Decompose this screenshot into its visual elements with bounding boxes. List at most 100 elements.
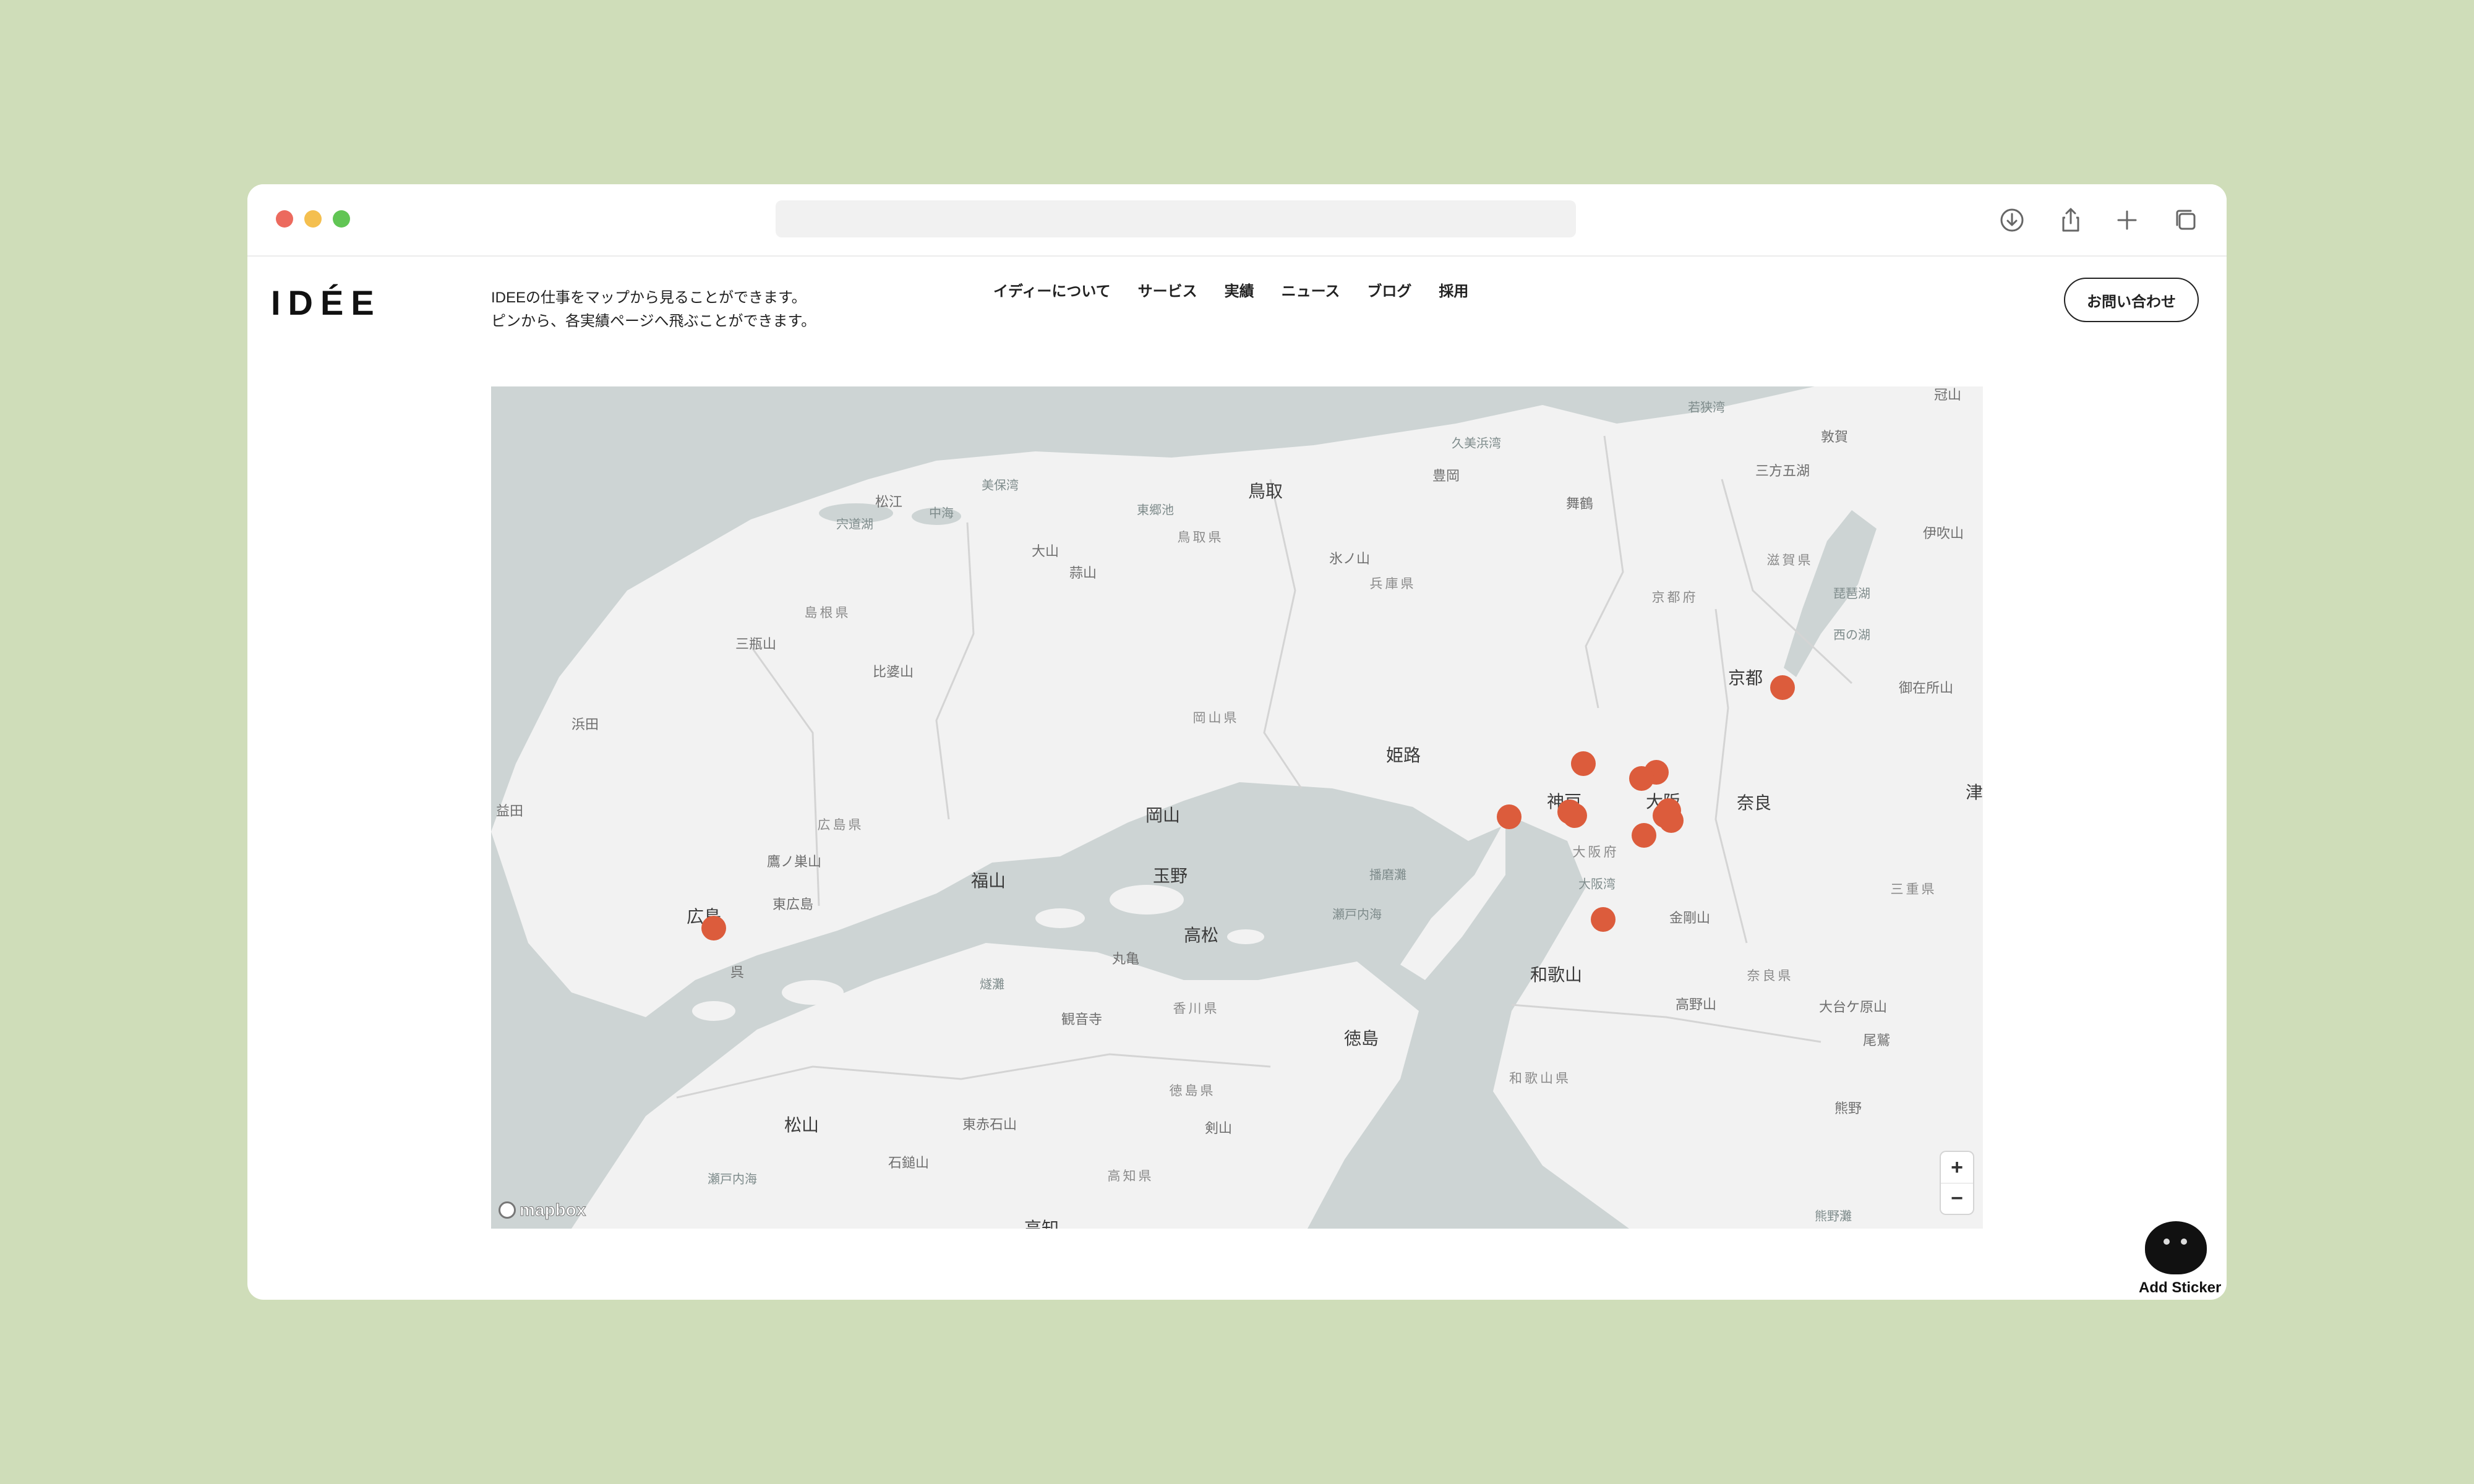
contact-button[interactable]: お問い合わせ: [2064, 278, 2199, 322]
map-label: 東郷池: [1137, 503, 1174, 518]
map-label: 京都: [1727, 668, 1763, 688]
map-label: 比婆山: [872, 664, 914, 680]
map-label: 兵庫県: [1369, 577, 1416, 591]
map-label: 香川県: [1173, 1002, 1220, 1016]
map-label: 玉野: [1152, 866, 1188, 885]
map-pin[interactable]: [1629, 766, 1654, 791]
map-label: 和歌山: [1530, 965, 1583, 984]
map-label: 若狭湾: [1688, 401, 1725, 415]
map-label: 尾鷲: [1862, 1033, 1891, 1048]
map-label: 丸亀: [1111, 951, 1140, 966]
map-pin[interactable]: [1571, 751, 1596, 776]
map-label: 瀬戸内海: [1332, 908, 1382, 922]
map-label: 三重県: [1890, 882, 1937, 897]
map-label: 大山: [1031, 544, 1059, 559]
map-label: 東広島: [772, 897, 814, 912]
map-label: 津: [1965, 783, 1983, 802]
mapbox-attribution[interactable]: mapbox: [499, 1200, 586, 1220]
map-label: 観音寺: [1061, 1012, 1103, 1027]
map-label: 剣山: [1204, 1120, 1233, 1136]
map-label: 鳥取県: [1177, 531, 1224, 545]
new-tab-icon[interactable]: [2112, 205, 2142, 235]
nav-blog[interactable]: ブログ: [1367, 279, 1411, 301]
map-label: 奈良県: [1747, 969, 1794, 983]
minimize-window-button[interactable]: [304, 210, 322, 228]
address-bar[interactable]: [776, 200, 1576, 237]
map-label: 奈良: [1736, 793, 1772, 812]
map-label: 熊野灘: [1815, 1209, 1852, 1224]
map-label: 高知: [1024, 1219, 1059, 1229]
close-window-button[interactable]: [276, 210, 293, 228]
map-label: 大阪府: [1572, 845, 1619, 859]
map-label: 金剛山: [1669, 910, 1711, 926]
map-label: 大阪湾: [1578, 877, 1616, 892]
map-label: 京都府: [1651, 591, 1698, 605]
map-label: 大台ケ原山: [1818, 999, 1888, 1015]
share-icon[interactable]: [2056, 205, 2086, 235]
intro-line-2: ピンから、各実績ページへ飛ぶことができます。: [491, 313, 816, 330]
main-nav: イディーについて サービス 実績 ニュース ブログ 採用: [993, 279, 1468, 301]
add-sticker-label: Add Sticker: [2139, 1279, 2222, 1296]
map-label: 伊吹山: [1922, 526, 1964, 541]
map-label: 高知県: [1107, 1169, 1154, 1183]
map-label: 燧灘: [980, 978, 1004, 992]
map-label: 岡山: [1145, 806, 1181, 825]
map-pin[interactable]: [1591, 907, 1616, 932]
map-label: 和歌山県: [1509, 1072, 1571, 1086]
map-label: 御在所山: [1898, 680, 1954, 696]
zoom-control: + −: [1941, 1152, 1973, 1214]
map-pin[interactable]: [1497, 804, 1522, 829]
map-label: 徳島: [1343, 1029, 1379, 1048]
nav-about[interactable]: イディーについて: [993, 279, 1111, 301]
works-map[interactable]: 若狭湾 冠山 敦賀 久美浜湾 三方五湖 伊吹山 豊岡 舞鶴 美保湾 鳥取 松江 …: [491, 386, 1983, 1229]
sticker-character-icon: [2145, 1221, 2207, 1274]
map-label: 松山: [784, 1115, 820, 1135]
nav-services[interactable]: サービス: [1138, 279, 1197, 301]
intro-line-1: IDEEの仕事をマップから見ることができます。: [491, 289, 807, 306]
zoom-in-button[interactable]: +: [1941, 1152, 1973, 1183]
tabs-overview-icon[interactable]: [2171, 205, 2201, 235]
map-label: 石鎚山: [888, 1155, 930, 1171]
map-label: 舞鶴: [1565, 496, 1594, 511]
map-label: 豊岡: [1432, 468, 1460, 484]
map-label: 鷹ノ巣山: [766, 854, 822, 869]
map-label: 熊野: [1834, 1101, 1862, 1116]
map-label: 三瓶山: [735, 636, 777, 652]
add-sticker-button[interactable]: Add Sticker: [2139, 1221, 2222, 1297]
map-pin[interactable]: [1659, 808, 1684, 833]
map-pin[interactable]: [1770, 675, 1795, 700]
map-label: 美保湾: [982, 479, 1019, 493]
map-label: 中海: [929, 506, 954, 521]
map-label: 播磨灘: [1369, 868, 1406, 882]
map-label: 徳島県: [1169, 1084, 1216, 1098]
map-label: 敦賀: [1820, 429, 1849, 445]
map-label: 浜田: [571, 717, 599, 732]
nav-news[interactable]: ニュース: [1282, 279, 1340, 301]
map-label: 滋賀県: [1766, 553, 1813, 568]
page-content: IDÉE IDEEの仕事をマップから見ることができます。 ピンから、各実績ページ…: [247, 257, 2227, 1300]
nav-works[interactable]: 実績: [1225, 279, 1254, 301]
map-pin[interactable]: [701, 916, 726, 940]
map-label: 蒜山: [1069, 565, 1097, 581]
map-label: 広島県: [817, 818, 864, 832]
map-pin[interactable]: [1632, 823, 1656, 848]
browser-window: IDÉE IDEEの仕事をマップから見ることができます。 ピンから、各実績ページ…: [247, 184, 2227, 1300]
download-icon[interactable]: [1997, 205, 2027, 235]
map-label: 久美浜湾: [1452, 437, 1501, 451]
browser-toolbar: [247, 184, 2227, 257]
map-label: 瀬戸内海: [708, 1172, 757, 1187]
zoom-out-button[interactable]: −: [1941, 1183, 1973, 1214]
map-label: 東赤石山: [962, 1117, 1017, 1132]
maximize-window-button[interactable]: [333, 210, 350, 228]
map-pin[interactable]: [1562, 803, 1587, 828]
intro-text: IDEEの仕事をマップから見ることができます。 ピンから、各実績ページへ飛ぶこと…: [491, 286, 924, 333]
map-label: 宍道湖: [836, 518, 873, 532]
map-label: 鳥取: [1248, 482, 1283, 501]
site-logo[interactable]: IDÉE: [271, 283, 382, 323]
map-label: 琵琶湖: [1833, 587, 1870, 601]
mapbox-logo-text: mapbox: [519, 1200, 586, 1220]
map-label: 三方五湖: [1755, 463, 1810, 479]
nav-recruit[interactable]: 採用: [1439, 279, 1468, 301]
map-label: 高松: [1183, 926, 1219, 945]
map-label: 岡山県: [1192, 711, 1239, 725]
